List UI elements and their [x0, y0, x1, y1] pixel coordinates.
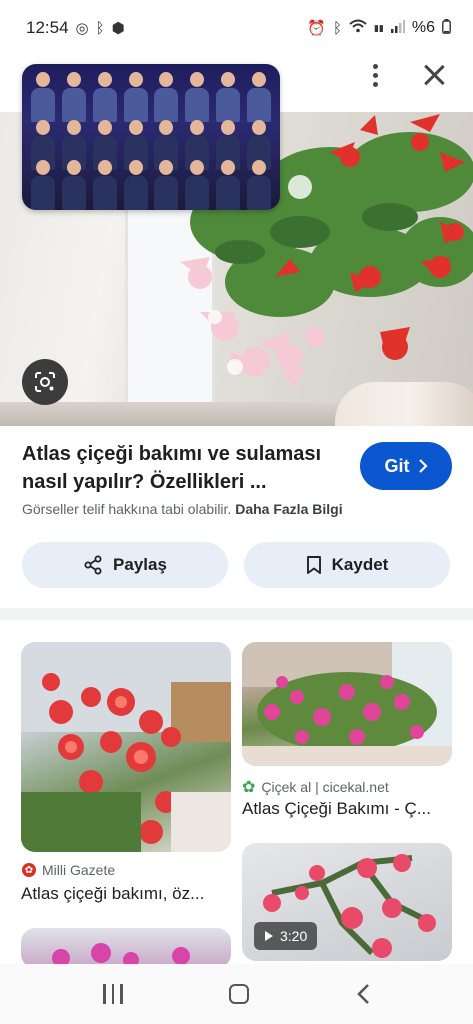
video-thumbnail-overlay[interactable]: [22, 64, 280, 210]
viewer-actions: [365, 60, 447, 90]
related-source-2-name: Çiçek al | cicekal.net: [261, 779, 389, 795]
status-bar: 12:54 ◎ ᛒ ⬢ ⏰ ᛒ ▮▮ %6: [0, 0, 473, 56]
back-button[interactable]: [356, 983, 370, 1005]
alarm-icon: ⏰: [307, 20, 326, 37]
related-source-1[interactable]: ✿ Milli Gazete: [22, 862, 115, 878]
home-button[interactable]: [229, 984, 250, 1004]
related-source-2[interactable]: ✿ Çiçek al | cicekal.net: [242, 777, 389, 797]
related-title-1[interactable]: Atlas çiçeği bakımı, öz...: [21, 884, 204, 904]
video-duration: 3:20: [280, 928, 308, 944]
bluetooth-icon: ᛒ: [95, 19, 105, 37]
close-icon[interactable]: [421, 62, 447, 88]
share-icon: [84, 555, 102, 575]
related-image-1[interactable]: [21, 642, 231, 852]
video-duration-badge: 3:20: [254, 922, 318, 950]
related-image-1-art: [21, 642, 231, 852]
volte-icon: ▮▮: [373, 22, 384, 33]
copyright-notice: Görseller telif hakkına tabi olabilir. D…: [22, 501, 343, 517]
bookmark-icon: [306, 556, 321, 574]
copyright-text: Görseller telif hakkına tabi olabilir.: [22, 501, 232, 517]
source-logo-icon: ✿: [22, 863, 36, 877]
related-source-1-name: Milli Gazete: [42, 862, 116, 878]
flower-logo-icon: ✿: [242, 779, 256, 796]
share-label: Paylaş: [113, 555, 167, 574]
result-title[interactable]: Atlas çiçeği bakımı ve sulaması nasıl ya…: [22, 440, 342, 496]
recents-button[interactable]: [103, 984, 123, 1004]
wifi-icon: [349, 19, 367, 37]
lens-icon: [35, 372, 55, 392]
related-image-4[interactable]: [21, 928, 231, 968]
bluetooth-status-icon: ᛒ: [332, 19, 342, 37]
lens-search-button[interactable]: [22, 359, 68, 405]
more-info-link[interactable]: Daha Fazla Bilgi: [235, 501, 342, 517]
related-title-2[interactable]: Atlas Çiçeği Bakımı - Ç...: [242, 799, 431, 819]
related-image-2[interactable]: [242, 642, 452, 766]
battery-percent: %6: [411, 19, 435, 36]
save-button[interactable]: Kaydet: [244, 542, 450, 588]
save-label: Kaydet: [331, 555, 389, 574]
visit-button[interactable]: Git: [360, 442, 452, 490]
whatsapp-icon: ◎: [75, 20, 89, 37]
section-divider: [0, 608, 473, 620]
clock: 12:54: [26, 18, 69, 37]
related-image-4-art: [52, 943, 190, 968]
play-icon: [265, 931, 273, 941]
package-icon: ⬢: [111, 20, 125, 37]
battery-icon: [442, 18, 451, 38]
chevron-right-icon: [418, 459, 428, 473]
related-image-2-art: [242, 642, 452, 766]
more-options-icon[interactable]: [365, 60, 385, 90]
signal-icon: [390, 19, 405, 37]
share-button[interactable]: Paylaş: [22, 542, 228, 588]
visit-button-label: Git: [384, 455, 410, 476]
system-nav-bar: [0, 964, 473, 1024]
